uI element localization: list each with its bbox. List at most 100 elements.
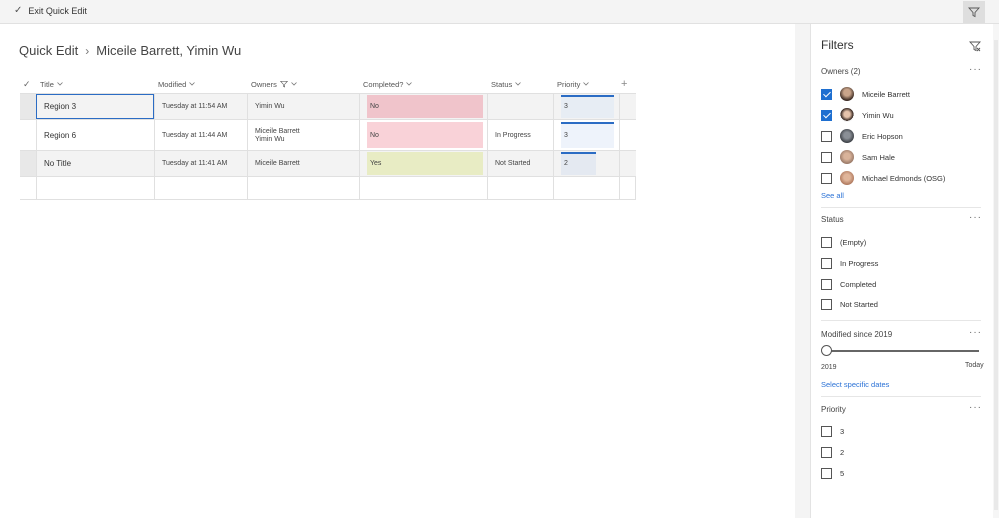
title-cell[interactable]: No Title [36,151,154,176]
completed-cell[interactable]: No [359,120,487,150]
divider [821,207,981,208]
owners-cell[interactable]: Miceile Barrett Yimin Wu [247,120,359,150]
completed-cell[interactable]: Yes [359,151,487,176]
column-header-owners[interactable]: Owners [251,75,297,93]
checkbox[interactable] [821,257,832,269]
priority-option-3[interactable]: 3 [821,424,844,438]
status-option-label: (Empty) [840,237,867,247]
checkbox[interactable] [821,425,832,437]
status-more-button[interactable]: ··· [969,212,982,223]
title-cell[interactable]: Region 3 [36,94,154,119]
add-column-button[interactable]: + [621,75,627,93]
empty-cell [619,151,636,176]
owner-option-label: Eric Hopson [862,131,903,141]
owners-cell[interactable]: Yimin Wu [247,94,359,119]
column-header-priority[interactable]: Priority [557,75,590,93]
status-section-title: Status [821,215,844,224]
priority-value: 3 [561,122,614,148]
priority-bar [561,122,614,124]
completed-cell[interactable] [359,177,487,199]
status-cell[interactable]: In Progress [487,120,553,150]
column-header-status[interactable]: Status [491,75,522,93]
table-row: No Title Tuesday at 11:41 AM Miceile Bar… [20,150,636,176]
pane-scrollbar-thumb[interactable] [994,40,998,510]
column-status-label: Status [491,79,513,89]
row-selector[interactable] [20,120,36,150]
select-all-checkbox[interactable]: ✓ [23,75,31,93]
modified-cell[interactable]: Tuesday at 11:44 AM [154,120,247,150]
priority-option-label: 3 [840,426,845,436]
column-header-modified[interactable]: Modified [158,75,196,93]
priority-cell[interactable]: 2 [553,151,619,176]
owners-cell[interactable]: Miceile Barrett [247,151,359,176]
checkbox[interactable] [821,130,832,142]
avatar [840,150,854,164]
owner-option-eric[interactable]: Eric Hopson [821,129,903,143]
status-cell[interactable] [487,177,553,199]
clear-filter-icon[interactable] [969,40,981,52]
owner-option-label: Miceile Barrett [862,89,910,99]
checkbox[interactable] [821,236,832,248]
checkbox[interactable] [821,467,832,479]
checkbox[interactable] [821,151,832,163]
table-row: Region 3 Tuesday at 11:54 AM Yimin Wu No… [20,93,636,119]
filter-pane-toggle[interactable] [963,1,985,23]
owner-option-sam[interactable]: Sam Hale [821,150,895,164]
exit-quick-edit-button[interactable]: ✓ Exit Quick Edit [14,5,87,16]
modified-slider-handle[interactable] [821,345,832,356]
completed-value: No [367,95,483,118]
see-all-link[interactable]: See all [821,191,844,200]
select-dates-link[interactable]: Select specific dates [821,380,889,389]
owners-more-button[interactable]: ··· [969,64,982,75]
priority-value: 2 [561,152,596,175]
modified-cell[interactable]: Tuesday at 11:54 AM [154,94,247,119]
row-selector[interactable] [20,151,36,176]
owner-name: Yimin Wu [255,135,285,143]
priority-option-5[interactable]: 5 [821,466,844,480]
chevron-down-icon [189,82,196,86]
priority-option-2[interactable]: 2 [821,445,844,459]
slider-max-label: Today [965,362,984,369]
modified-cell[interactable] [154,177,247,199]
status-cell[interactable] [487,94,553,119]
status-cell[interactable]: Not Started [487,151,553,176]
title-cell[interactable] [36,177,154,199]
owner-option-yimin[interactable]: Yimin Wu [821,108,894,122]
checkbox[interactable] [821,278,832,290]
column-header-title[interactable]: Title [40,75,63,93]
new-item-row [20,176,636,200]
row-selector[interactable] [20,177,36,199]
checkbox[interactable] [821,88,832,100]
checkbox[interactable] [821,298,832,310]
checkbox[interactable] [821,172,832,184]
priority-section-title: Priority [821,405,846,414]
modified-cell[interactable]: Tuesday at 11:41 AM [154,151,247,176]
empty-cell [619,177,636,199]
title-cell[interactable]: Region 6 [36,120,154,150]
empty-cell [619,94,636,119]
status-option-not-started[interactable]: Not Started [821,297,878,311]
filters-title: Filters [821,38,854,52]
priority-cell[interactable]: 3 [553,120,619,150]
breadcrumb-root[interactable]: Quick Edit [19,43,78,58]
modified-more-button[interactable]: ··· [969,327,982,338]
status-option-in-progress[interactable]: In Progress [821,256,878,270]
column-header-completed[interactable]: Completed? [363,75,413,93]
owner-option-michael[interactable]: Michael Edmonds (OSG) [821,171,945,185]
checkbox[interactable] [821,446,832,458]
status-option-empty[interactable]: (Empty) [821,235,866,249]
owner-option-label: Sam Hale [862,152,895,162]
modified-slider-track[interactable] [826,350,979,352]
priority-cell[interactable]: 3 [553,94,619,119]
checkbox[interactable] [821,109,832,121]
exit-quick-edit-label: Exit Quick Edit [28,5,87,16]
row-selector[interactable] [20,94,36,119]
owner-option-miceile[interactable]: Miceile Barrett [821,87,910,101]
pane-divider [795,24,810,518]
chevron-down-icon [291,82,297,86]
completed-cell[interactable]: No [359,94,487,119]
priority-cell[interactable] [553,177,619,199]
status-option-completed[interactable]: Completed [821,277,876,291]
owners-cell[interactable] [247,177,359,199]
priority-more-button[interactable]: ··· [969,402,982,413]
